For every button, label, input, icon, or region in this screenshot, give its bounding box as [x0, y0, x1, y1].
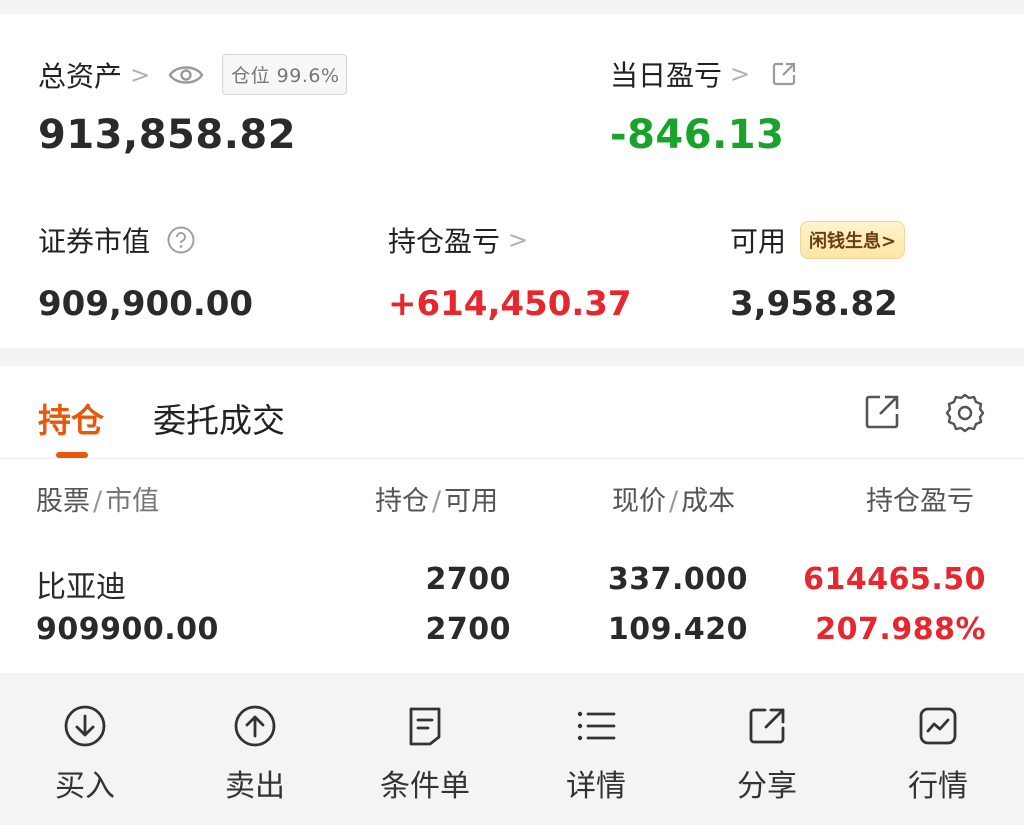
stock-holding-pnl-pct: 207.988%	[815, 612, 986, 647]
market-quote-button[interactable]: 行情	[853, 673, 1023, 823]
header-price: 现价	[612, 486, 666, 517]
share-label: 分享	[737, 769, 797, 804]
stock-market-value: 909900.00	[36, 612, 219, 647]
stock-available-qty: 2700	[425, 612, 511, 647]
available-header: 可用 闲钱生息>	[730, 220, 906, 260]
market-quote-label: 行情	[908, 769, 968, 804]
daily-pnl-value: -846.13	[610, 112, 785, 158]
conditional-order-label: 条件单	[380, 769, 470, 804]
holdings-panel: 持仓 委托成交 股票 / 市值 持仓 / 可用 现价 / 成本 持仓盈亏 比亚迪 90990…	[0, 366, 1024, 673]
position-ratio-badge: 仓位 99.6%	[222, 54, 347, 95]
chevron-right-icon: >	[130, 60, 151, 89]
header-holding: 持仓	[375, 486, 429, 517]
export-icon[interactable]	[862, 392, 902, 436]
holding-pnl-label: 持仓盈亏	[388, 225, 501, 258]
tab-orders-trades[interactable]: 委托成交	[153, 394, 285, 442]
eye-icon[interactable]	[168, 63, 204, 87]
details-button[interactable]: 详情	[511, 673, 681, 823]
buy-button[interactable]: 买入	[0, 673, 170, 823]
sell-button[interactable]: 卖出	[170, 673, 340, 823]
tab-divider	[0, 458, 1024, 459]
market-value-header: 证券市值	[38, 220, 196, 260]
idle-cash-promo-badge[interactable]: 闲钱生息>	[800, 221, 906, 259]
header-stock: 股票	[36, 486, 90, 517]
holding-pnl-link[interactable]: 持仓盈亏 >	[388, 220, 528, 260]
gear-icon[interactable]	[944, 392, 986, 438]
daily-pnl-link[interactable]: 当日盈亏 >	[610, 54, 798, 94]
header-separator: /	[432, 486, 442, 517]
header-market-value: 市值	[105, 486, 160, 517]
help-icon[interactable]	[166, 225, 196, 255]
market-value-value: 909,900.00	[38, 284, 254, 324]
chart-icon	[915, 703, 961, 749]
holding-pnl-value: +614,450.37	[388, 284, 632, 324]
tab-holdings[interactable]: 持仓	[38, 394, 104, 442]
total-assets-link[interactable]: 总资产 > 仓位 99.6%	[38, 54, 347, 95]
document-icon	[402, 703, 448, 749]
stock-cost-price: 109.420	[607, 612, 748, 647]
stock-holding-qty: 2700	[425, 562, 511, 597]
header-holding-pnl[interactable]: 持仓盈亏	[866, 479, 986, 518]
total-assets-value: 913,858.82	[38, 112, 297, 158]
daily-pnl-label: 当日盈亏	[610, 59, 723, 92]
stock-holding-pnl: 614465.50	[803, 562, 986, 597]
header-available: 可用	[444, 486, 499, 517]
header-stock-market-value[interactable]: 股票 / 市值	[36, 479, 159, 518]
market-value-label: 证券市值	[38, 225, 151, 258]
header-price-cost[interactable]: 现价 / 成本	[612, 479, 735, 518]
asset-summary-card: 总资产 > 仓位 99.6% 913,858.82 当日盈亏 > -846.13…	[0, 14, 1024, 348]
header-separator: /	[93, 486, 103, 517]
top-spacer	[0, 0, 1024, 14]
conditional-order-button[interactable]: 条件单	[340, 673, 510, 823]
header-cost: 成本	[681, 486, 736, 517]
details-label: 详情	[566, 769, 626, 804]
stock-name: 比亚迪	[36, 570, 126, 605]
section-gap	[0, 348, 1024, 366]
sell-label: 卖出	[225, 769, 285, 804]
available-value: 3,958.82	[730, 284, 898, 324]
bottom-edge	[0, 825, 1024, 833]
header-holding-available[interactable]: 持仓 / 可用	[375, 479, 498, 518]
list-icon	[573, 703, 619, 749]
external-link-icon[interactable]	[770, 60, 798, 88]
header-separator: /	[669, 486, 679, 517]
buy-label: 买入	[55, 769, 115, 804]
header-pnl: 持仓盈亏	[866, 486, 974, 517]
chevron-right-icon: >	[730, 60, 751, 88]
chevron-right-icon: >	[508, 226, 529, 254]
available-label: 可用	[730, 225, 787, 258]
sell-circle-arrow-up-icon	[232, 703, 278, 749]
share-button[interactable]: 分享	[682, 673, 852, 823]
stock-current-price: 337.000	[607, 562, 748, 597]
total-assets-label: 总资产	[38, 59, 123, 93]
buy-circle-arrow-down-icon	[62, 703, 108, 749]
action-bar: 买入 卖出 条件单 详情 分享 行情	[0, 673, 1024, 833]
share-icon	[744, 703, 790, 749]
